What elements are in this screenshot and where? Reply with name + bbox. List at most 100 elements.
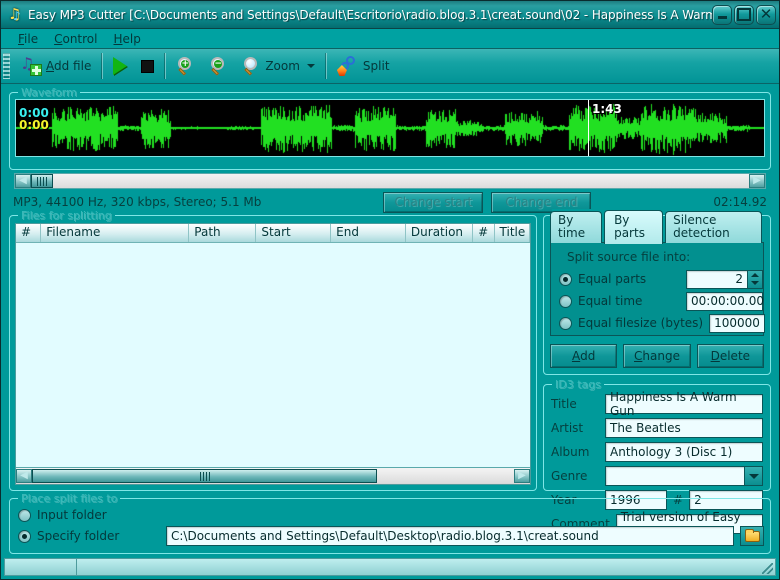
place-group-title: Place split files to: [18, 492, 120, 505]
option-specify-folder: Specify folder C:\Documents and Settings…: [16, 525, 764, 547]
equal-parts-spinner[interactable]: 2: [686, 270, 763, 289]
change-button[interactable]: Change: [623, 344, 690, 368]
toolbar-separator-2: [164, 53, 166, 79]
add-button-rest: dd: [580, 349, 595, 363]
column-header-filename[interactable]: Filename: [41, 224, 189, 242]
zoom-out-button[interactable]: −: [202, 51, 235, 81]
column-header-start[interactable]: Start: [256, 224, 331, 242]
option-equal-parts[interactable]: Equal parts 2: [551, 268, 763, 290]
files-scroll-right-button[interactable]: ▶: [514, 469, 530, 483]
spinner-down-icon[interactable]: [751, 281, 759, 285]
place-split-files-group: Place split files to Input folder Specif…: [9, 498, 771, 554]
add-button[interactable]: Add: [550, 344, 617, 368]
waveform-scrollbar[interactable]: ◀ ▶: [14, 173, 766, 189]
zoom-dropdown-button[interactable]: Zoom: [235, 51, 322, 81]
files-list-body[interactable]: [16, 243, 530, 467]
toolbar-grip[interactable]: [3, 53, 10, 79]
files-scroll-thumb[interactable]: [32, 469, 377, 483]
splitting-mode-group: Splitting mode By time By parts Silence …: [543, 215, 771, 375]
spinner-up-icon[interactable]: [751, 273, 759, 277]
status-text: [77, 559, 775, 575]
files-list-hscrollbar[interactable]: ◀ ▶: [16, 467, 530, 484]
column-header-index[interactable]: #: [16, 224, 41, 242]
radio-input-folder[interactable]: [18, 509, 31, 522]
option-input-folder[interactable]: Input folder: [16, 505, 764, 525]
id3-genre-combo[interactable]: [605, 466, 763, 486]
tab-by-time[interactable]: By time: [550, 211, 602, 243]
files-scroll-left-button[interactable]: ◀: [16, 469, 32, 483]
id3-label-title: Title: [551, 397, 599, 411]
column-header-end[interactable]: End: [331, 224, 406, 242]
minimize-button[interactable]: [712, 5, 732, 25]
chevron-down-icon[interactable]: [744, 466, 763, 486]
waveform-scroll-thumb[interactable]: [31, 174, 53, 188]
play-button[interactable]: [106, 51, 134, 81]
total-duration-text: 02:14.92: [713, 195, 767, 209]
label-equal-filesize: Equal filesize (bytes): [578, 316, 703, 330]
music-note-icon: ♫♪: [5, 6, 23, 24]
waveform-display[interactable]: 0:00 0:00 1:43: [15, 99, 765, 157]
tab-by-parts[interactable]: By parts: [604, 210, 663, 244]
menu-item-file[interactable]: File: [11, 31, 45, 47]
resize-grip-icon[interactable]: [762, 563, 773, 574]
magnifier-icon: [242, 57, 261, 76]
menu-item-control-rest: ontrol: [62, 32, 97, 46]
change-start-button[interactable]: Change start: [383, 192, 483, 213]
equal-parts-input[interactable]: 2: [686, 270, 748, 289]
waveform-canvas[interactable]: [16, 100, 765, 156]
option-equal-time[interactable]: Equal time 00:00:00.00: [551, 290, 763, 312]
maximize-button[interactable]: [734, 5, 754, 25]
file-info-text: MP3, 44100 Hz, 320 kbps, Stereo; 5.1 Mb: [13, 195, 261, 209]
waveform-cursor[interactable]: [588, 100, 589, 156]
equal-parts-spin-buttons[interactable]: [748, 270, 763, 289]
waveform-scroll-track[interactable]: [53, 174, 749, 188]
add-file-icon: ♫: [20, 56, 42, 76]
equal-time-input[interactable]: 00:00:00.00: [686, 292, 763, 311]
close-button[interactable]: ✕: [756, 5, 776, 25]
radio-equal-filesize[interactable]: [559, 317, 572, 330]
toolbar: ♫ Add file + − Zoom: [1, 49, 779, 84]
title-bar: ♫♪ Easy MP3 Cutter [C:\Documents and Set…: [1, 1, 779, 29]
output-folder-input[interactable]: C:\Documents and Settings\Default\Deskto…: [166, 526, 734, 546]
column-header-track[interactable]: #: [473, 224, 494, 242]
column-header-title[interactable]: Title: [495, 224, 530, 242]
column-header-path[interactable]: Path: [189, 224, 256, 242]
split-button[interactable]: Split: [330, 51, 397, 81]
id3-input-artist[interactable]: The Beatles: [605, 418, 763, 438]
menu-bar: File Control Help: [1, 29, 779, 49]
specify-folder-radio-group[interactable]: Specify folder: [18, 529, 160, 543]
menu-item-help[interactable]: Help: [106, 31, 147, 47]
id3-group-title: ID3 tags: [552, 378, 604, 391]
id3-input-album[interactable]: Anthology 3 (Disc 1): [605, 442, 763, 462]
tab-silence-detection[interactable]: Silence detection: [665, 211, 762, 243]
equal-filesize-input[interactable]: 100000: [709, 314, 765, 333]
split-panel-title: Split source file into:: [567, 250, 763, 264]
waveform-scroll-left-button[interactable]: ◀: [15, 174, 31, 188]
waveform-cursor-label: 1:43: [590, 102, 622, 116]
delete-button[interactable]: Delete: [697, 344, 764, 368]
id3-input-genre[interactable]: [605, 466, 744, 486]
split-action-buttons: Add Change Delete: [550, 344, 764, 368]
add-file-button[interactable]: ♫ Add file: [13, 51, 98, 81]
add-file-label: Add file: [46, 59, 91, 73]
id3-input-title[interactable]: Happiness Is A Warm Gun: [605, 394, 763, 414]
option-equal-filesize[interactable]: Equal filesize (bytes) 100000: [551, 312, 763, 334]
files-for-splitting-group: Files for splitting # Filename Path Star…: [9, 215, 537, 491]
id3-row-genre: Genre: [544, 464, 770, 488]
column-header-duration[interactable]: Duration: [406, 224, 473, 242]
files-list[interactable]: # Filename Path Start End Duration # Tit…: [15, 223, 531, 485]
right-pane: Splitting mode By time By parts Silence …: [543, 215, 771, 491]
files-scroll-track[interactable]: [377, 469, 514, 483]
id3-tags-group: ID3 tags Title Happiness Is A Warm Gun A…: [543, 384, 771, 491]
radio-equal-time[interactable]: [559, 295, 572, 308]
delete-button-rest: elete: [720, 349, 750, 363]
waveform-group-title: Waveform: [18, 86, 80, 99]
zoom-in-button[interactable]: +: [169, 51, 202, 81]
waveform-scroll-right-button[interactable]: ▶: [749, 174, 765, 188]
stop-button[interactable]: [134, 51, 161, 81]
radio-specify-folder[interactable]: [18, 530, 31, 543]
zoom-in-icon: +: [176, 57, 195, 76]
radio-equal-parts[interactable]: [559, 273, 572, 286]
browse-folder-button[interactable]: [740, 526, 764, 546]
menu-item-control[interactable]: Control: [47, 31, 104, 47]
